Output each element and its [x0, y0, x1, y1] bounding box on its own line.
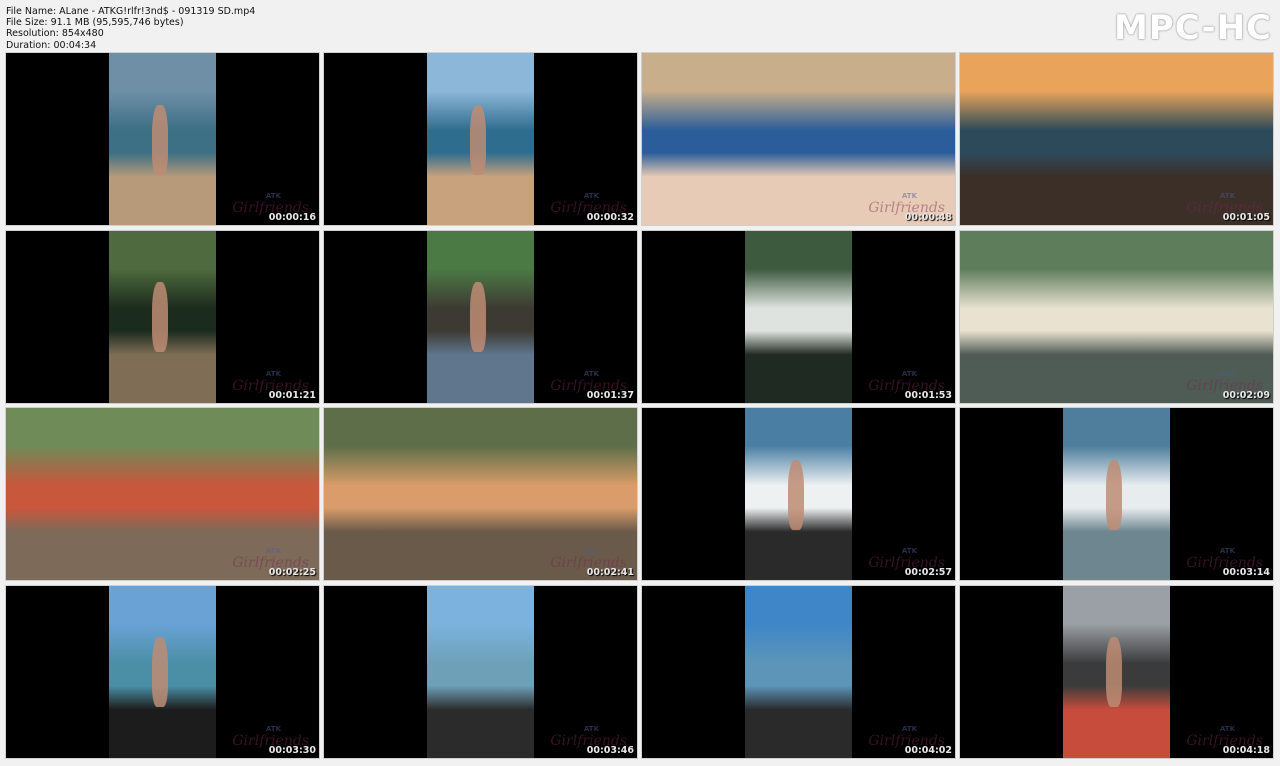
watermark-atk: ATK	[901, 369, 917, 378]
watermark-atk: ATK	[583, 724, 599, 733]
thumbnail-15: ATK Girlfriends 00:04:02	[642, 585, 955, 758]
person-figure	[787, 459, 804, 530]
thumbnail-frame-forest-path	[109, 230, 216, 403]
thumbnail-9: ATK Girlfriends 00:02:25	[6, 408, 319, 580]
watermark-atk: ATK	[265, 192, 281, 200]
person-figure	[469, 104, 486, 175]
person-figure	[151, 282, 168, 353]
file-info-panel: File Name: ALane - ATKG!rlfr!3nd$ - 0913…	[6, 6, 255, 51]
watermark-atk: ATK	[1219, 547, 1235, 555]
watermark-atk: ATK	[901, 724, 917, 733]
person-figure	[151, 104, 168, 175]
watermark-atk: ATK	[1219, 192, 1235, 200]
thumbnail-6: ATK Girlfriends 00:01:37	[324, 230, 637, 403]
thumbnail-8: ATK Girlfriends 00:02:09	[960, 230, 1273, 403]
watermark-atk: ATK	[583, 547, 599, 555]
thumbnail-frame-rocky-beach	[427, 585, 534, 758]
watermark-atk: ATK	[265, 724, 281, 733]
timestamp-label: 00:03:30	[268, 744, 316, 756]
resolution-label: Resolution: 854x480	[6, 28, 104, 40]
timestamp-label: 00:04:02	[904, 744, 952, 756]
watermark-atk: ATK	[265, 547, 281, 555]
timestamp-label: 00:02:41	[586, 567, 634, 578]
timestamp-label: 00:00:16	[268, 212, 316, 223]
thumbnail-frame-ocean-waves	[745, 408, 852, 580]
watermark-atk: ATK	[583, 192, 599, 200]
timestamp-label: 00:00:32	[586, 212, 634, 223]
thumbnail-frame-rocky-pose	[1063, 585, 1170, 758]
thumbnail-1: ATK Girlfriends 00:00:16	[6, 53, 319, 225]
app-logo: MPC-HC	[1113, 8, 1272, 48]
watermark-atk: ATK	[1219, 724, 1235, 733]
file-size-label: File Size: 91.1 MB (95,595,746 bytes)	[6, 17, 184, 29]
thumbnail-16: ATK Girlfriends 00:04:18	[960, 585, 1273, 758]
thumbnail-frame-forest-walk	[427, 230, 534, 403]
timestamp-label: 00:04:18	[1222, 744, 1270, 756]
person-figure	[1105, 637, 1122, 708]
thumbnail-sheet: File Name: ALane - ATKG!rlfr!3nd$ - 0913…	[0, 0, 1280, 766]
thumbnail-grid: ATK Girlfriends 00:00:16 ATK Girlfriends 00:0…	[6, 53, 1274, 759]
timestamp-label: 00:03:46	[586, 744, 634, 756]
timestamp-label: 00:02:09	[1222, 389, 1270, 401]
thumbnail-3: ATK Girlfriends 00:00:48	[642, 53, 955, 225]
timestamp-label: 00:01:05	[1222, 212, 1270, 223]
person-figure	[469, 282, 486, 353]
file-name-label: File Name: ALane - ATKG!rlfr!3nd$ - 0913…	[6, 6, 256, 17]
watermark-atk: ATK	[583, 369, 599, 378]
timestamp-label: 00:01:37	[586, 389, 634, 401]
watermark-atk: ATK	[901, 547, 917, 555]
thumbnail-frame-beach-shoreline	[109, 53, 216, 225]
timestamp-label: 00:03:14	[1222, 567, 1270, 578]
thumbnail-7: ATK Girlfriends 00:01:53	[642, 230, 955, 403]
thumbnail-frame-ocean-wading	[1063, 408, 1170, 580]
watermark-atk: ATK	[1219, 369, 1235, 378]
watermark-atk: ATK	[265, 369, 281, 378]
duration-label: Duration: 00:04:34	[6, 39, 97, 51]
timestamp-label: 00:00:48	[904, 212, 952, 223]
thumbnail-11: ATK Girlfriends 00:02:57	[642, 408, 955, 580]
thumbnail-frame-beach-walking	[427, 53, 534, 225]
timestamp-label: 00:01:21	[268, 389, 316, 401]
timestamp-label: 00:02:57	[904, 567, 952, 578]
thumbnail-12: ATK Girlfriends 00:03:14	[960, 408, 1273, 580]
timestamp-label: 00:02:25	[268, 567, 316, 578]
timestamp-label: 00:01:53	[904, 389, 952, 401]
thumbnail-10: ATK Girlfriends 00:02:41	[324, 408, 637, 580]
watermark-atk: ATK	[901, 192, 917, 200]
thumbnail-13: ATK Girlfriends 00:03:30	[6, 585, 319, 758]
thumbnail-frame-black-sand-beach	[109, 585, 216, 758]
person-figure	[151, 637, 168, 708]
thumbnail-4: ATK Girlfriends 00:01:05	[960, 53, 1273, 225]
thumbnail-2: ATK Girlfriends 00:00:32	[324, 53, 637, 225]
person-figure	[1105, 459, 1122, 530]
thumbnail-frame-waterfall	[745, 230, 852, 403]
thumbnail-5: ATK Girlfriends 00:01:21	[6, 230, 319, 403]
thumbnail-frame-rocky-shore	[745, 585, 852, 758]
thumbnail-14: ATK Girlfriends 00:03:46	[324, 585, 637, 758]
